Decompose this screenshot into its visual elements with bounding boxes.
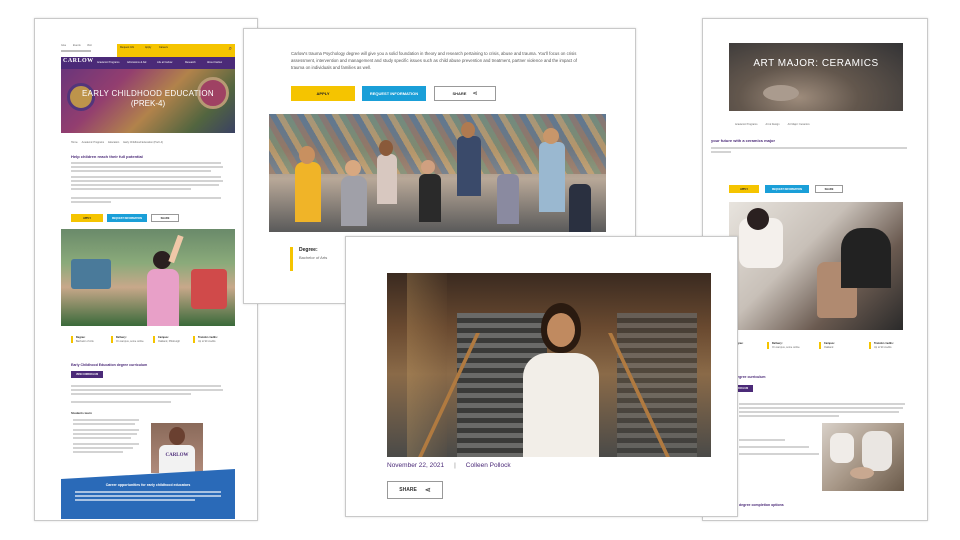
view-curriculum-button[interactable]: VIEW CURRICULUM — [71, 371, 103, 378]
ceramics-instructor-photo — [822, 423, 904, 491]
student-group-mosaic-photo — [269, 114, 606, 232]
fact-transfer: Transfer credits: Up to 90 credits — [193, 336, 231, 343]
intro-heading: Help children reach their full potential — [71, 154, 143, 159]
nav-about[interactable]: About Carlow — [207, 61, 222, 65]
utility-link-events[interactable]: Events — [73, 44, 81, 48]
students-learn-heading: Students learn — [71, 411, 92, 415]
search-icon[interactable]: ⌕ — [229, 46, 232, 53]
breadcrumb-home[interactable]: Home — [71, 141, 78, 146]
utility-link-visit[interactable]: Visit — [87, 44, 92, 48]
collage-stage: Give Events Visit Request Info Apply Car… — [0, 0, 960, 540]
ceramics-completion-heading: degree completion options — [739, 503, 784, 507]
carlow-logo[interactable]: CARLOW — [63, 58, 94, 64]
ceramics-share-label: SHARE — [824, 187, 834, 191]
ceramics-request-button[interactable]: REQUEST INFORMATION — [765, 185, 809, 193]
ceramics-intro-heading: your future with a ceramics major — [711, 138, 776, 143]
trauma-apply-button[interactable]: APPLY — [291, 86, 355, 101]
page-student-article: November 22, 2021 | Colleen Pollock SHAR… — [345, 236, 738, 517]
article-author[interactable]: Colleen Pollock — [466, 462, 511, 469]
hero-image-children-painting: EARLY CHILDHOOD EDUCATION (PREK-4) — [61, 69, 235, 133]
ceramics-breadcrumb-programs[interactable]: Academic Programs — [735, 123, 758, 127]
classroom-photo — [61, 229, 235, 326]
hero-title: EARLY CHILDHOOD EDUCATION — [82, 89, 214, 98]
ceramics-breadcrumb-art[interactable]: Art & Design — [766, 123, 780, 127]
utility-links: Give Events Visit — [61, 44, 117, 58]
breadcrumb-programs[interactable]: Academic Programs — [82, 141, 105, 146]
fact-delivery: Delivery: On campus, some online — [111, 336, 149, 343]
ceramics-wheel-photo — [729, 202, 903, 330]
share-icon: ⋖ — [472, 91, 478, 97]
ceramics-hero-image: ART MAJOR: CERAMICS — [729, 43, 903, 111]
student-staircase-photo — [387, 273, 711, 457]
main-nav: CARLOW Academic Programs Admissions & Ai… — [61, 57, 235, 69]
facts-row: Degree: Bachelor of Arts Delivery: On ca… — [71, 336, 231, 352]
meta-divider: | — [454, 462, 456, 469]
shirt-logo: CARLOW — [165, 453, 189, 458]
search-box[interactable]: ⌕ — [207, 44, 235, 57]
ceramics-hero-title: ART MAJOR: CERAMICS — [753, 58, 879, 69]
share-label: SHARE — [160, 216, 170, 220]
article-share-label: SHARE — [399, 487, 417, 493]
share-button[interactable]: SHARE — [151, 214, 179, 222]
utility-link-request[interactable]: Request Info — [120, 46, 134, 50]
nav-research[interactable]: Research — [185, 61, 196, 65]
ceramics-breadcrumb: Academic Programs Art & Design Art Major… — [735, 123, 810, 127]
share-icon: ⋖ — [424, 487, 431, 494]
article-meta: November 22, 2021 | Colleen Pollock — [387, 462, 511, 469]
utility-yellow-bar: Request Info Apply Careers — [117, 44, 207, 57]
trauma-intro-text: Carlow's trauma Psychology degree will g… — [291, 51, 577, 70]
careers-heading: Career opportunities for early childhood… — [105, 483, 191, 487]
apply-button[interactable]: APPLY — [71, 214, 103, 222]
ceramics-share-button[interactable]: SHARE — [815, 185, 843, 193]
utility-link-give[interactable]: Give — [61, 44, 66, 48]
ceramics-fact-delivery: Delivery: On campus, some online — [767, 342, 807, 349]
trauma-fact-degree: Degree: Bachelor of Arts — [290, 247, 350, 271]
ceramics-fact-transfer: Transfer credits: Up to 90 credits — [869, 342, 913, 349]
careers-band: Career opportunities for early childhood… — [61, 469, 235, 519]
breadcrumb-current: Early Childhood Education (PreK-4) — [123, 141, 163, 144]
breadcrumb-education[interactable]: Education — [108, 141, 119, 146]
ceramics-curriculum-heading: degree curriculum — [735, 375, 766, 379]
student-photo: CARLOW — [151, 423, 203, 473]
ceramics-apply-button[interactable]: APPLY — [729, 185, 759, 193]
nav-academic[interactable]: Academic Programs — [97, 61, 120, 65]
article-share-button[interactable]: SHARE ⋖ — [387, 481, 443, 499]
nav-life[interactable]: Life at Carlow — [157, 61, 172, 65]
fact-degree: Degree: Bachelor of Arts — [71, 336, 105, 343]
utility-link-apply[interactable]: Apply — [145, 46, 151, 50]
request-info-button[interactable]: REQUEST INFORMATION — [107, 214, 147, 222]
trauma-request-button[interactable]: REQUEST INFORMATION — [362, 86, 426, 101]
breadcrumb: Home Academic Programs Education Early C… — [71, 141, 231, 146]
curriculum-heading: Early Childhood Education degree curricu… — [71, 363, 148, 367]
trauma-share-button[interactable]: SHARE ⋖ — [434, 86, 496, 101]
ceramics-breadcrumb-current: Art Major: Ceramics — [787, 123, 810, 126]
ceramics-fact-campus: Campus: Oakland — [819, 342, 859, 349]
utility-link-careers[interactable]: Careers — [159, 46, 168, 50]
page-early-childhood-education: Give Events Visit Request Info Apply Car… — [34, 18, 258, 521]
fact-campus: Campus: Oakland, Pittsburgh — [153, 336, 189, 343]
nav-admissions[interactable]: Admissions & Aid — [127, 61, 146, 65]
article-date: November 22, 2021 — [387, 462, 445, 469]
trauma-share-label: SHARE — [452, 91, 467, 96]
hero-subtitle: (PREK-4) — [130, 99, 166, 108]
